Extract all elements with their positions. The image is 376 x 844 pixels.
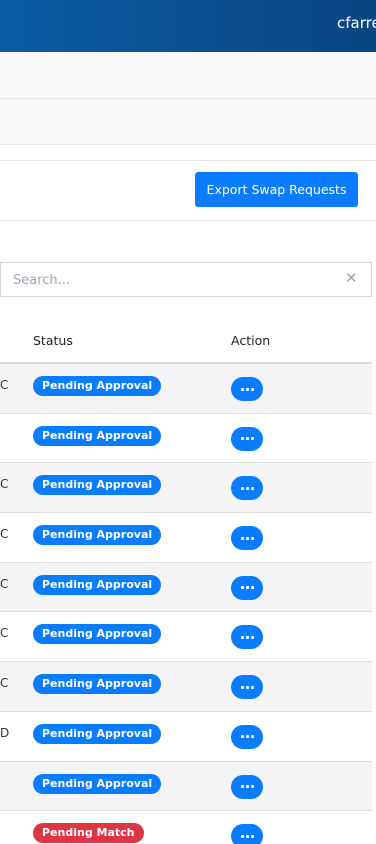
status-badge: Pending Approval <box>33 723 162 744</box>
status-badge: Pending Approval <box>33 475 162 496</box>
dot <box>245 735 249 739</box>
search-input[interactable] <box>13 270 333 290</box>
dot <box>250 586 254 590</box>
row-cell-truncated: D <box>0 725 10 740</box>
more-horizontal-icon <box>240 785 254 788</box>
more-horizontal-icon <box>240 735 254 739</box>
dot <box>240 536 244 540</box>
status-badge: Pending Match <box>33 823 144 844</box>
row-cell-truncated: C <box>0 576 9 591</box>
row-cell-truncated: C <box>0 378 9 392</box>
row-actions-button[interactable] <box>231 377 263 401</box>
row-actions-button[interactable] <box>231 625 263 650</box>
dot <box>250 387 254 391</box>
dot <box>245 834 249 838</box>
more-horizontal-icon <box>240 536 254 540</box>
table-row: D Pending Approval <box>0 711 372 762</box>
table-row: C Pending Approval <box>0 513 372 563</box>
table-row: C Pending Approval <box>0 463 372 514</box>
row-cell-truncated: C <box>0 527 9 542</box>
dot <box>245 536 249 540</box>
row-cell-truncated: C <box>0 477 9 492</box>
more-horizontal-icon <box>240 685 254 689</box>
breadcrumb-bar <box>0 99 376 145</box>
dot <box>245 785 249 788</box>
table-row: C Pending Approval <box>0 612 372 663</box>
status-badge: Pending Approval <box>33 376 162 396</box>
dot <box>250 735 254 739</box>
close-icon[interactable]: ✕ <box>345 271 359 286</box>
table-row: C Pending Approval <box>0 562 372 613</box>
dot <box>245 685 249 689</box>
column-header-status[interactable]: Status <box>33 333 73 348</box>
dot <box>245 635 249 639</box>
user-menu[interactable]: cfarre <box>337 14 376 32</box>
row-actions-button[interactable] <box>231 724 263 749</box>
dot <box>240 437 244 441</box>
dot <box>245 437 249 441</box>
dot <box>240 785 244 788</box>
subheader-bar <box>0 52 376 99</box>
dot <box>245 486 249 490</box>
row-cell-truncated: C <box>0 626 9 641</box>
status-badge: Pending Approval <box>33 674 162 695</box>
table-row: C Pending Approval <box>0 364 372 414</box>
status-badge: Pending Approval <box>33 624 162 645</box>
row-cell-truncated: C <box>0 676 9 691</box>
divider <box>0 220 376 221</box>
row-actions-button[interactable] <box>231 476 263 501</box>
row-actions-button[interactable] <box>231 426 263 451</box>
table-row: Pending Approval <box>0 413 372 464</box>
status-badge: Pending Approval <box>33 773 162 794</box>
status-badge: Pending Approval <box>33 574 162 595</box>
dot <box>250 834 254 838</box>
dot <box>245 586 249 590</box>
row-actions-button[interactable] <box>231 774 263 799</box>
dot <box>240 486 244 490</box>
dot <box>245 387 249 391</box>
swap-requests-table: C Pending Approval Pending Approval C Pendin… <box>0 364 372 844</box>
dot <box>240 635 244 639</box>
top-navbar: cfarre <box>0 0 376 52</box>
dot <box>250 437 254 441</box>
more-horizontal-icon <box>240 437 254 441</box>
more-horizontal-icon <box>240 486 254 490</box>
column-header-action[interactable]: Action <box>231 333 270 348</box>
search-box: ✕ <box>0 262 372 297</box>
dot <box>250 635 254 639</box>
export-swap-requests-button[interactable]: Export Swap Requests <box>195 172 358 207</box>
table-row: Pending Match <box>0 811 372 844</box>
divider <box>0 160 376 161</box>
row-actions-button[interactable] <box>231 824 263 844</box>
more-horizontal-icon <box>240 834 254 838</box>
table-row: Pending Approval <box>0 761 372 812</box>
more-horizontal-icon <box>240 387 254 391</box>
dot <box>240 387 244 391</box>
dot <box>250 486 254 490</box>
dot <box>240 834 244 838</box>
table-row: C Pending Approval <box>0 662 372 712</box>
more-horizontal-icon <box>240 586 254 590</box>
row-actions-button[interactable] <box>231 675 263 700</box>
dot <box>250 785 254 788</box>
row-actions-button[interactable] <box>231 526 263 551</box>
row-actions-button[interactable] <box>231 575 263 600</box>
dot <box>250 536 254 540</box>
dot <box>240 735 244 739</box>
more-horizontal-icon <box>240 635 254 639</box>
dot <box>240 685 244 689</box>
dot <box>240 586 244 590</box>
dot <box>250 685 254 689</box>
status-badge: Pending Approval <box>33 425 162 446</box>
status-badge: Pending Approval <box>33 525 162 546</box>
